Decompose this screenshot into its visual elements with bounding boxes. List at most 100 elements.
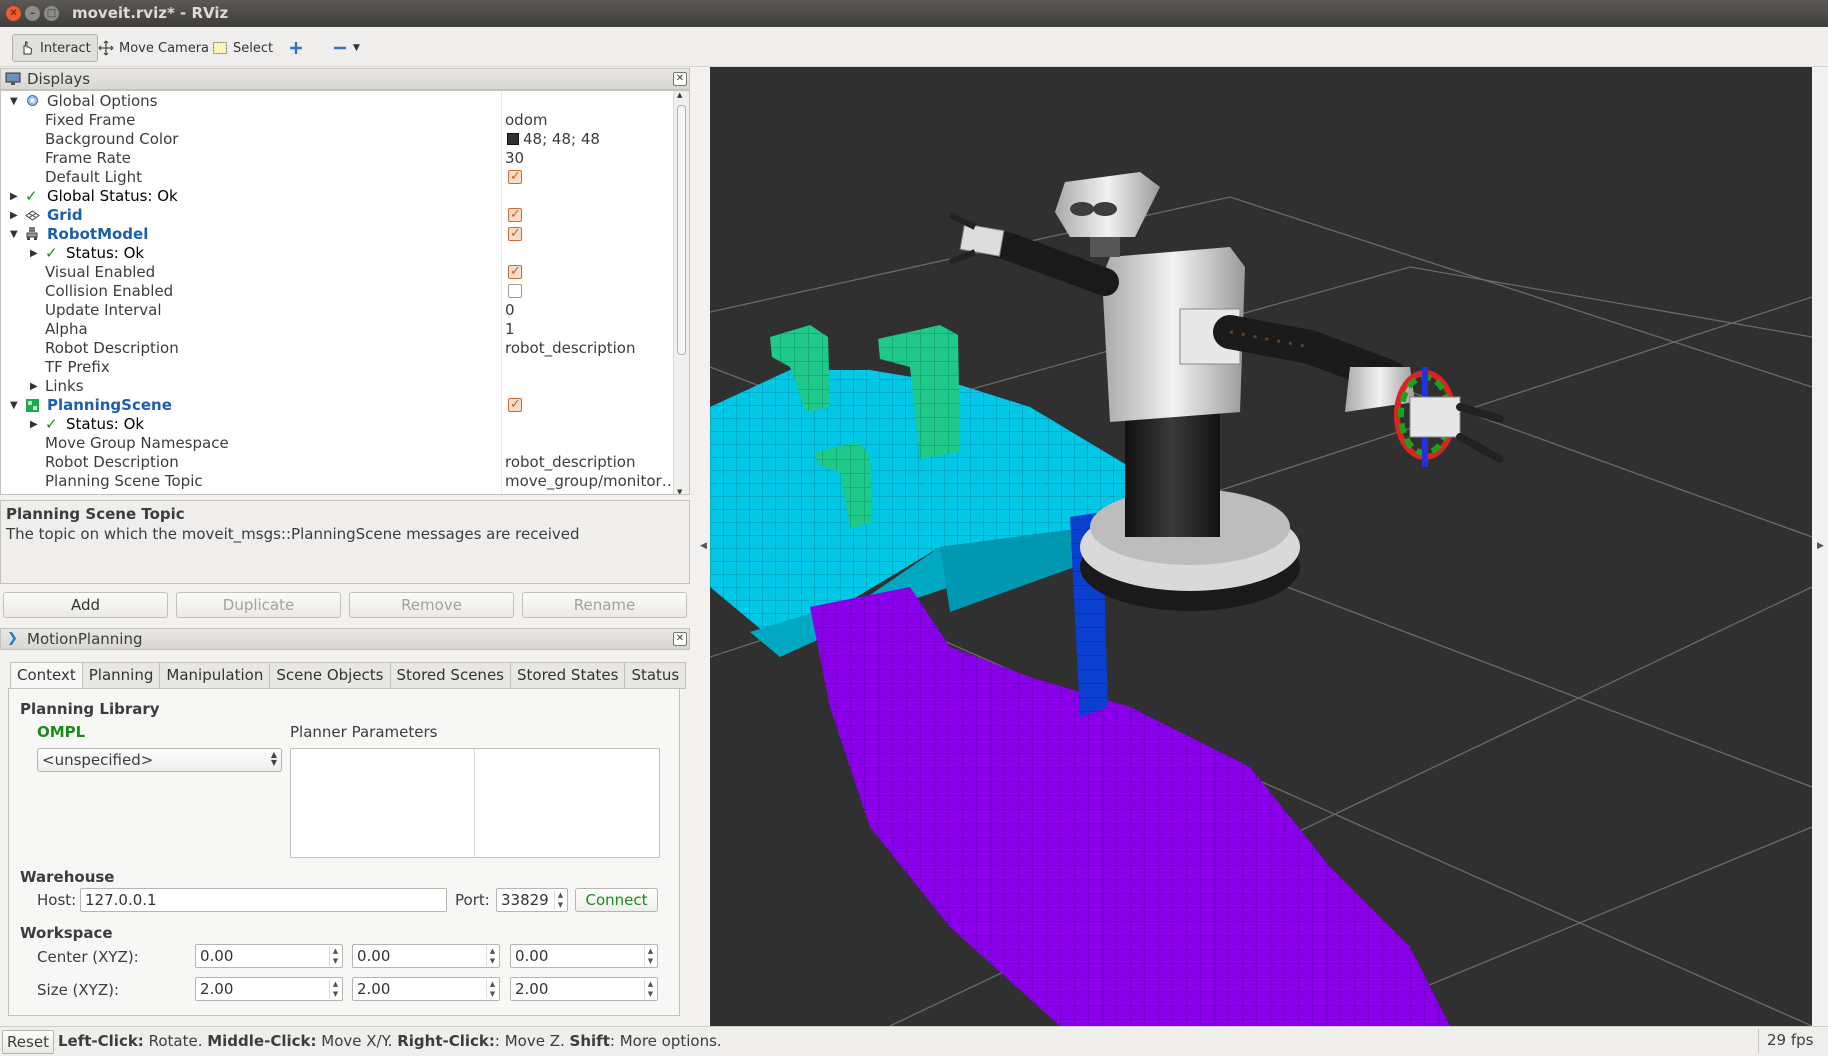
tree-label: Visual Enabled xyxy=(45,263,156,281)
rename-button[interactable]: Rename xyxy=(522,592,687,618)
size-x-spinbox[interactable]: 2.00 ▲ ▼ xyxy=(195,977,343,1001)
expand-arrow-icon[interactable]: ▼ xyxy=(10,396,18,415)
tree-label: Alpha xyxy=(45,320,88,338)
updown-arrow-icon[interactable]: ▲ ▼ xyxy=(486,979,498,999)
tree-value[interactable]: 0 xyxy=(505,301,515,320)
planner-parameters-table[interactable] xyxy=(290,748,660,858)
expand-arrow-icon[interactable]: ▶ xyxy=(10,206,18,225)
3d-render-viewport[interactable] xyxy=(710,67,1812,1026)
tab-status[interactable]: Status xyxy=(625,662,687,689)
tree-value[interactable]: robot_description xyxy=(505,453,636,472)
tree-value[interactable]: 48; 48; 48 xyxy=(523,130,600,149)
tree-row-collision-enabled[interactable]: Collision Enabled xyxy=(1,282,673,301)
updown-arrow-icon[interactable]: ▲ ▼ xyxy=(486,946,498,966)
tab-stored-states[interactable]: Stored States xyxy=(510,662,626,689)
tree-row-robot-description[interactable]: Robot Description robot_description xyxy=(1,339,673,358)
hint-rotate: Rotate. xyxy=(143,1032,208,1050)
tree-row-planningscene[interactable]: ▼ PlanningScene xyxy=(1,395,673,415)
tab-manipulation[interactable]: Manipulation xyxy=(160,662,271,689)
tree-row-background-color[interactable]: Background Color 48; 48; 48 xyxy=(1,130,673,149)
expand-arrow-icon[interactable]: ▼ xyxy=(10,225,18,244)
connect-button[interactable]: Connect xyxy=(575,888,658,912)
size-y-spinbox[interactable]: 2.00 ▲ ▼ xyxy=(352,977,500,1001)
size-z-spinbox[interactable]: 2.00 ▲ ▼ xyxy=(510,977,658,1001)
tree-row-planningscene-status[interactable]: ▶ ✓ Status: Ok xyxy=(1,415,673,434)
maximize-window-button[interactable]: □ xyxy=(44,6,59,21)
select-tool-button[interactable]: Select xyxy=(206,34,279,62)
status-bar: Reset Left-Click: Rotate. Middle-Click: … xyxy=(0,1026,1828,1056)
tree-row-update-interval[interactable]: Update Interval 0 xyxy=(1,301,673,320)
tree-row-robot-description-2[interactable]: Robot Description robot_description xyxy=(1,453,673,472)
tree-value[interactable]: 1 xyxy=(505,320,515,339)
tree-row-move-group-namespace[interactable]: Move Group Namespace xyxy=(1,434,673,453)
remove-tool-dropdown[interactable]: ▼ xyxy=(326,34,366,62)
tree-row-alpha[interactable]: Alpha 1 xyxy=(1,320,673,339)
tree-row-default-light[interactable]: Default Light xyxy=(1,167,673,187)
checkbox[interactable] xyxy=(508,205,522,224)
tree-row-fixed-frame[interactable]: Fixed Frame odom xyxy=(1,111,673,130)
tree-row-global-options[interactable]: ▼ Global Options xyxy=(1,92,673,111)
collapse-right-icon[interactable]: ▶ xyxy=(1817,541,1824,551)
tab-context[interactable]: Context xyxy=(10,662,83,690)
tree-row-grid[interactable]: ▶ Grid xyxy=(1,205,673,225)
tree-value[interactable]: 30 xyxy=(505,149,524,168)
updown-arrow-icon: ▲ ▼ xyxy=(270,750,277,767)
updown-arrow-icon[interactable]: ▲ ▼ xyxy=(329,979,341,999)
tree-value[interactable]: move_group/monitor… xyxy=(505,472,677,491)
add-tool-button[interactable] xyxy=(282,34,310,62)
minimize-window-button[interactable]: – xyxy=(25,6,40,21)
interact-tool-button[interactable]: Interact xyxy=(12,34,98,62)
host-input[interactable]: 127.0.0.1 xyxy=(80,888,447,912)
updown-arrow-icon[interactable]: ▲ ▼ xyxy=(554,890,566,910)
center-x-spinbox[interactable]: 0.00 ▲ ▼ xyxy=(195,944,343,968)
close-panel-icon[interactable]: ✕ xyxy=(673,72,687,86)
expand-arrow-icon[interactable]: ▶ xyxy=(30,244,38,263)
close-window-button[interactable]: ✕ xyxy=(6,6,21,21)
tree-value[interactable]: robot_description xyxy=(505,339,636,358)
updown-arrow-icon[interactable]: ▲ ▼ xyxy=(644,979,656,999)
tree-row-robotmodel[interactable]: ▼ RobotModel xyxy=(1,224,673,244)
hint-move-z: : Move Z. xyxy=(494,1032,570,1050)
tab-scene-objects[interactable]: Scene Objects xyxy=(270,662,391,689)
updown-arrow-icon[interactable]: ▲ ▼ xyxy=(644,946,656,966)
mouse-hint-text: Left-Click: Rotate. Middle-Click: Move X… xyxy=(58,1032,722,1050)
tree-row-robotmodel-status[interactable]: ▶ ✓ Status: Ok xyxy=(1,244,673,263)
tab-planning[interactable]: Planning xyxy=(82,662,161,689)
expand-arrow-icon[interactable]: ▶ xyxy=(30,415,38,434)
collapse-left-icon[interactable]: ◀ xyxy=(700,541,707,551)
checkbox[interactable] xyxy=(508,395,522,414)
expand-arrow-icon[interactable]: ▶ xyxy=(30,377,38,396)
checkbox[interactable] xyxy=(508,284,522,298)
description-title: Planning Scene Topic xyxy=(6,505,185,523)
updown-arrow-icon[interactable]: ▲ ▼ xyxy=(329,946,341,966)
checkbox[interactable] xyxy=(508,167,522,186)
duplicate-button[interactable]: Duplicate xyxy=(176,592,341,618)
move-camera-tool-button[interactable]: Move Camera xyxy=(92,34,215,62)
center-z-spinbox[interactable]: 0.00 ▲ ▼ xyxy=(510,944,658,968)
tree-label: Status: Ok xyxy=(66,244,145,262)
reset-button[interactable]: Reset xyxy=(2,1030,54,1054)
expand-arrow-icon[interactable]: ▶ xyxy=(10,187,18,206)
checkbox[interactable] xyxy=(508,224,522,243)
tree-row-visual-enabled[interactable]: Visual Enabled xyxy=(1,262,673,282)
tree-row-tf-prefix[interactable]: TF Prefix xyxy=(1,358,673,377)
tab-stored-scenes[interactable]: Stored Scenes xyxy=(390,662,511,689)
tree-row-links[interactable]: ▶ Links xyxy=(1,377,673,396)
planner-select[interactable]: <unspecified> ▲ ▼ xyxy=(37,748,282,772)
tree-value[interactable]: odom xyxy=(505,111,548,130)
tree-row-frame-rate[interactable]: Frame Rate 30 xyxy=(1,149,673,168)
center-y-spinbox[interactable]: 0.00 ▲ ▼ xyxy=(352,944,500,968)
scroll-down-icon[interactable]: ▼ xyxy=(677,488,682,494)
port-spinbox[interactable]: 33829 ▲ ▼ xyxy=(496,888,568,912)
remove-button[interactable]: Remove xyxy=(349,592,514,618)
tree-scrollbar[interactable]: ▲ ▼ xyxy=(673,91,689,494)
expand-arrow-icon[interactable]: ▼ xyxy=(10,92,18,111)
tree-row-planning-scene-topic[interactable]: Planning Scene Topic move_group/monitor… xyxy=(1,472,677,491)
scroll-up-icon[interactable]: ▲ xyxy=(677,91,682,99)
close-panel-icon[interactable]: ✕ xyxy=(673,632,687,646)
add-button[interactable]: Add xyxy=(3,592,168,618)
scrollbar-thumb[interactable] xyxy=(677,105,686,355)
color-swatch[interactable] xyxy=(507,133,519,145)
checkbox[interactable] xyxy=(508,262,522,281)
tree-row-global-status[interactable]: ▶ ✓ Global Status: Ok xyxy=(1,187,673,206)
